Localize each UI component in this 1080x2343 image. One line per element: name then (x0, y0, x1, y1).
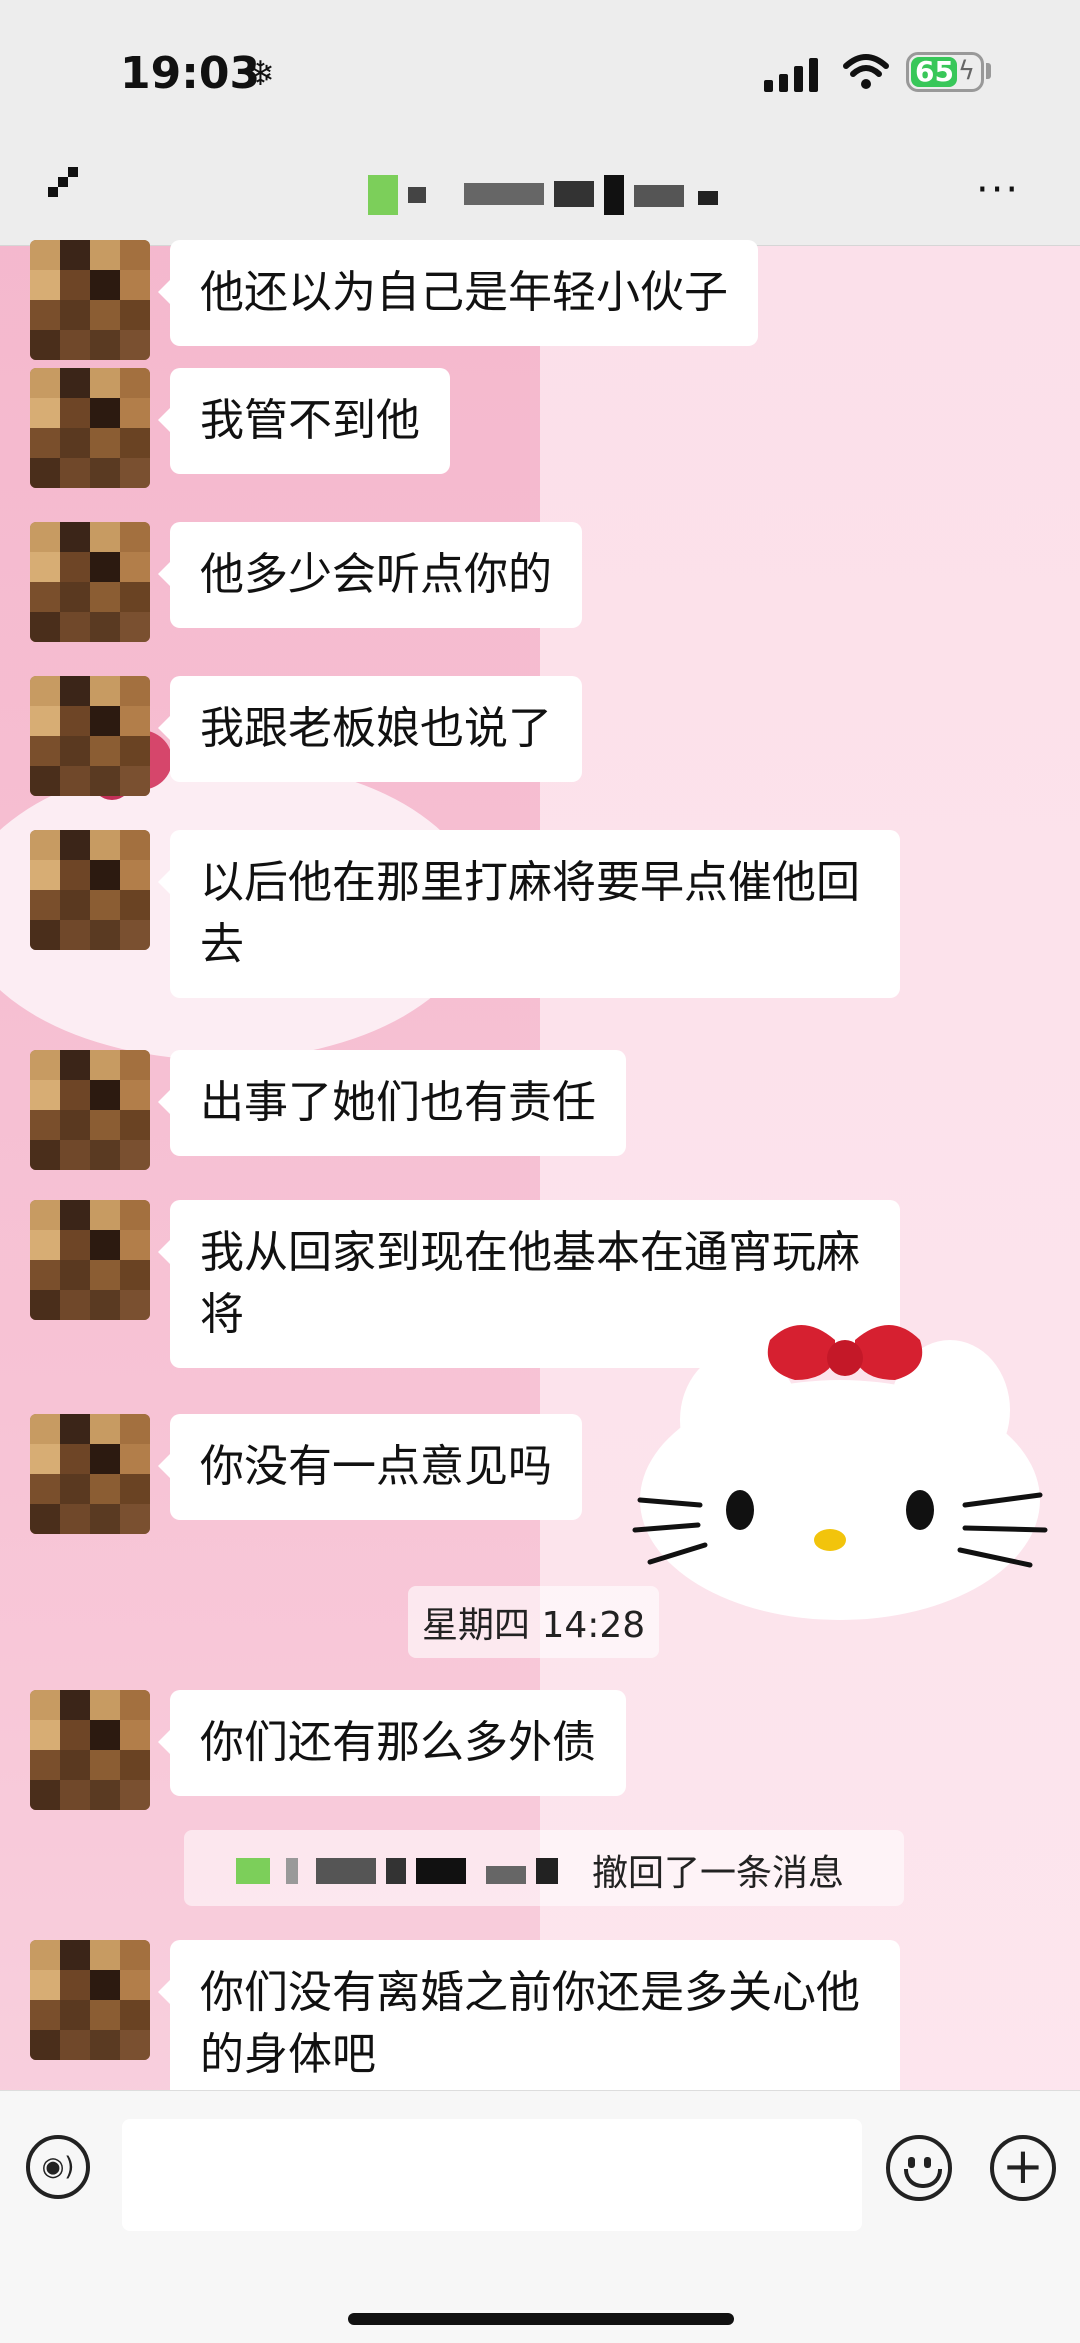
avatar[interactable] (30, 240, 150, 360)
message-row: 出事了她们也有责任 (30, 1050, 626, 1170)
input-bar: ◉) + (0, 2090, 1080, 2343)
signal-icon (764, 58, 822, 92)
avatar[interactable] (30, 1690, 150, 1810)
message-bubble[interactable]: 出事了她们也有责任 (158, 1050, 626, 1156)
status-time: 19:03 (120, 48, 261, 99)
voice-icon[interactable]: ◉) (26, 2135, 90, 2199)
message-bubble[interactable]: 你没有一点意见吗 (158, 1414, 582, 1520)
avatar[interactable] (30, 368, 150, 488)
message-bubble[interactable]: 他多少会听点你的 (158, 522, 582, 628)
message-bubble[interactable]: 我跟老板娘也说了 (158, 676, 582, 782)
message-row: 他还以为自己是年轻小伙子 (30, 240, 758, 360)
message-row: 他多少会听点你的 (30, 522, 582, 642)
message-bubble[interactable]: 我管不到他 (158, 368, 450, 474)
wifi-icon (843, 54, 889, 89)
back-icon[interactable] (48, 167, 84, 203)
message-row: 我跟老板娘也说了 (30, 676, 582, 796)
home-indicator[interactable] (348, 2313, 734, 2325)
message-timestamp: 星期四 14:28 (408, 1586, 660, 1658)
message-row: 以后他在那里打麻将要早点催他回去 (30, 830, 900, 998)
avatar[interactable] (30, 676, 150, 796)
chat-header: ··· (0, 145, 1080, 246)
snowflake-icon: ❄ (246, 54, 275, 94)
message-row: 你们还有那么多外债 (30, 1690, 626, 1810)
recall-sender-pixelated (236, 1858, 566, 1884)
plus-icon[interactable]: + (990, 2135, 1056, 2201)
status-bar: 19:03 ❄ 65 ϟ (0, 0, 1080, 145)
message-bubble[interactable]: 你们还有那么多外债 (158, 1690, 626, 1796)
message-row: 你们没有离婚之前你还是多关心他的身体吧 (30, 1940, 900, 2108)
avatar[interactable] (30, 1050, 150, 1170)
message-row: 我管不到他 (30, 368, 450, 488)
message-bubble[interactable]: 他还以为自己是年轻小伙子 (158, 240, 758, 346)
charging-icon: ϟ (957, 56, 975, 86)
avatar[interactable] (30, 522, 150, 642)
message-row: 你没有一点意见吗 (30, 1414, 582, 1534)
battery-icon: 65 ϟ (906, 52, 984, 92)
avatar[interactable] (30, 1200, 150, 1320)
battery-cap (986, 63, 991, 79)
chat-title-pixelated (368, 175, 738, 215)
hello-kitty-decoration (632, 1325, 1048, 1620)
avatar[interactable] (30, 1940, 150, 2060)
emoji-icon[interactable] (886, 2135, 952, 2201)
more-icon[interactable]: ··· (976, 167, 1020, 213)
avatar[interactable] (30, 1414, 150, 1534)
battery-percent: 65 (915, 55, 954, 88)
message-bubble[interactable]: 你们没有离婚之前你还是多关心他的身体吧 (158, 1940, 900, 2108)
recall-notice: 撤回了一条消息 (184, 1830, 904, 1906)
recall-text: 撤回了一条消息 (592, 1853, 845, 1894)
message-input[interactable] (122, 2119, 862, 2231)
message-bubble[interactable]: 以后他在那里打麻将要早点催他回去 (158, 830, 900, 998)
avatar[interactable] (30, 830, 150, 950)
